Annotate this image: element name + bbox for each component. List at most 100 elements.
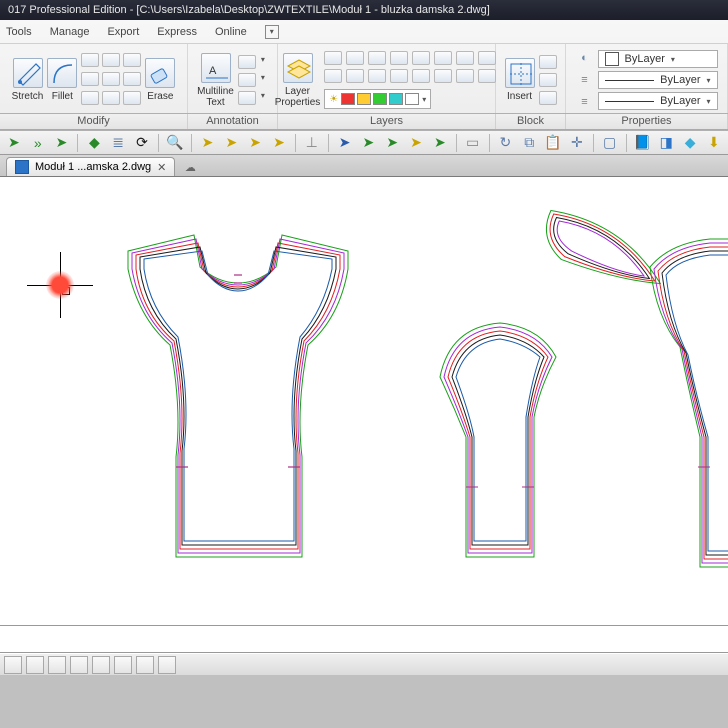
close-icon[interactable]: ✕ bbox=[157, 161, 166, 174]
mod-mini-3[interactable] bbox=[123, 53, 141, 67]
tool-copy[interactable]: ⧉ bbox=[519, 133, 539, 153]
anno-mini-3[interactable] bbox=[238, 91, 256, 105]
status-btn-8[interactable] bbox=[158, 656, 176, 674]
tool-book[interactable]: 📘 bbox=[633, 133, 653, 153]
status-btn-2[interactable] bbox=[26, 656, 44, 674]
match-properties-icon[interactable]: ◐ bbox=[576, 49, 594, 67]
lay-mini-3[interactable] bbox=[368, 51, 386, 65]
drawing-canvas[interactable] bbox=[0, 177, 728, 625]
tool-window[interactable]: ▢ bbox=[600, 133, 620, 153]
color-value: ByLayer bbox=[625, 53, 665, 65]
tool-zoom[interactable]: 🔍 bbox=[165, 133, 185, 153]
list-properties-icon[interactable]: ≡ bbox=[576, 71, 594, 89]
status-btn-6[interactable] bbox=[114, 656, 132, 674]
command-line[interactable] bbox=[0, 625, 728, 653]
lay-mini-16[interactable] bbox=[478, 69, 496, 83]
tool-list[interactable]: ≣ bbox=[108, 133, 128, 153]
chevron-down-icon: ▾ bbox=[706, 97, 710, 106]
tool-rect[interactable]: ▭ bbox=[463, 133, 483, 153]
anno-mini-2[interactable] bbox=[238, 73, 256, 87]
status-btn-1[interactable] bbox=[4, 656, 22, 674]
stretch-tool-icon[interactable] bbox=[13, 58, 43, 88]
layer-properties-label: Layer Properties bbox=[275, 86, 321, 108]
insert-block-icon[interactable] bbox=[505, 58, 535, 88]
tab-overflow-icon[interactable]: ☁ bbox=[181, 158, 199, 176]
tool-disk[interactable]: ◆ bbox=[680, 133, 700, 153]
tool-layer-iso[interactable]: ◆ bbox=[84, 133, 104, 153]
lay-mini-6[interactable] bbox=[434, 51, 452, 65]
nav-b-1[interactable]: ➤ bbox=[335, 133, 355, 153]
lay-mini-8[interactable] bbox=[478, 51, 496, 65]
linetype-selector[interactable]: ByLayer ▾ bbox=[598, 92, 718, 110]
tab-export[interactable]: Export bbox=[107, 26, 139, 38]
nav-arrow-3[interactable]: ➤ bbox=[52, 133, 72, 153]
tab-express[interactable]: Express bbox=[157, 26, 197, 38]
nav-arrow-2[interactable]: » bbox=[28, 133, 48, 153]
mod-mini-5[interactable] bbox=[102, 72, 120, 86]
mod-mini-7[interactable] bbox=[81, 91, 99, 105]
tab-manage[interactable]: Manage bbox=[50, 26, 90, 38]
block-mini-3[interactable] bbox=[539, 91, 557, 105]
separator bbox=[77, 134, 78, 152]
nav-y-4[interactable]: ➤ bbox=[269, 133, 289, 153]
tool-axis[interactable]: ⊥ bbox=[302, 133, 322, 153]
status-btn-4[interactable] bbox=[70, 656, 88, 674]
lay-mini-13[interactable] bbox=[412, 69, 430, 83]
lay-mini-10[interactable] bbox=[346, 69, 364, 83]
nav-g-1[interactable]: ➤ bbox=[358, 133, 378, 153]
lay-mini-1[interactable] bbox=[324, 51, 342, 65]
lay-mini-7[interactable] bbox=[456, 51, 474, 65]
fillet-tool-icon[interactable] bbox=[47, 58, 77, 88]
nav-y-2[interactable]: ➤ bbox=[221, 133, 241, 153]
block-mini-2[interactable] bbox=[539, 73, 557, 87]
status-btn-5[interactable] bbox=[92, 656, 110, 674]
nav-arrow-1[interactable]: ➤ bbox=[4, 133, 24, 153]
mod-mini-9[interactable] bbox=[123, 91, 141, 105]
document-tab[interactable]: Moduł 1 ...amska 2.dwg ✕ bbox=[6, 157, 175, 176]
nav-g-2[interactable]: ➤ bbox=[382, 133, 402, 153]
mod-mini-6[interactable] bbox=[123, 72, 141, 86]
nav-y-5[interactable]: ➤ bbox=[406, 133, 426, 153]
color-selector[interactable]: ByLayer ▾ bbox=[598, 50, 718, 68]
chevron-down-icon[interactable]: ▾ bbox=[258, 73, 268, 87]
tab-tools[interactable]: Tools bbox=[6, 26, 32, 38]
mod-mini-8[interactable] bbox=[102, 91, 120, 105]
anno-mini-1[interactable] bbox=[238, 55, 256, 69]
mod-mini-4[interactable] bbox=[81, 72, 99, 86]
mod-mini-2[interactable] bbox=[102, 53, 120, 67]
lineweight-selector[interactable]: ByLayer ▾ bbox=[598, 71, 718, 89]
tab-overflow-icon[interactable]: ▾ bbox=[265, 25, 279, 39]
status-btn-3[interactable] bbox=[48, 656, 66, 674]
chevron-down-icon[interactable]: ▾ bbox=[258, 55, 268, 69]
lay-mini-14[interactable] bbox=[434, 69, 452, 83]
tab-online[interactable]: Online bbox=[215, 26, 247, 38]
lay-mini-15[interactable] bbox=[456, 69, 474, 83]
panel-modify: Stretch Fillet bbox=[0, 44, 188, 113]
status-btn-7[interactable] bbox=[136, 656, 154, 674]
document-tab-label: Moduł 1 ...amska 2.dwg bbox=[35, 161, 151, 173]
lay-mini-5[interactable] bbox=[412, 51, 430, 65]
lay-mini-2[interactable] bbox=[346, 51, 364, 65]
mtext-tool-icon[interactable]: A bbox=[201, 53, 231, 83]
block-mini-1[interactable] bbox=[539, 55, 557, 69]
tool-box[interactable]: ◨ bbox=[656, 133, 676, 153]
list-properties-icon-2[interactable]: ≡ bbox=[576, 93, 594, 111]
lay-mini-9[interactable] bbox=[324, 69, 342, 83]
tool-paste[interactable]: 📋 bbox=[543, 133, 563, 153]
nav-y-3[interactable]: ➤ bbox=[245, 133, 265, 153]
tool-rotate[interactable]: ↻ bbox=[496, 133, 516, 153]
lay-mini-11[interactable] bbox=[368, 69, 386, 83]
lay-mini-4[interactable] bbox=[390, 51, 408, 65]
lay-mini-12[interactable] bbox=[390, 69, 408, 83]
tool-refresh[interactable]: ⟳ bbox=[132, 133, 152, 153]
mod-mini-1[interactable] bbox=[81, 53, 99, 67]
tool-target[interactable]: ✛ bbox=[567, 133, 587, 153]
layer-selector[interactable]: ☀ ▾ bbox=[324, 89, 431, 109]
erase-tool-icon[interactable] bbox=[145, 58, 175, 88]
chevron-down-icon[interactable]: ▾ bbox=[258, 91, 268, 105]
separator bbox=[456, 134, 457, 152]
nav-y-1[interactable]: ➤ bbox=[198, 133, 218, 153]
tool-export[interactable]: ⬇ bbox=[704, 133, 724, 153]
layer-properties-icon[interactable] bbox=[283, 53, 313, 83]
nav-g-3[interactable]: ➤ bbox=[430, 133, 450, 153]
